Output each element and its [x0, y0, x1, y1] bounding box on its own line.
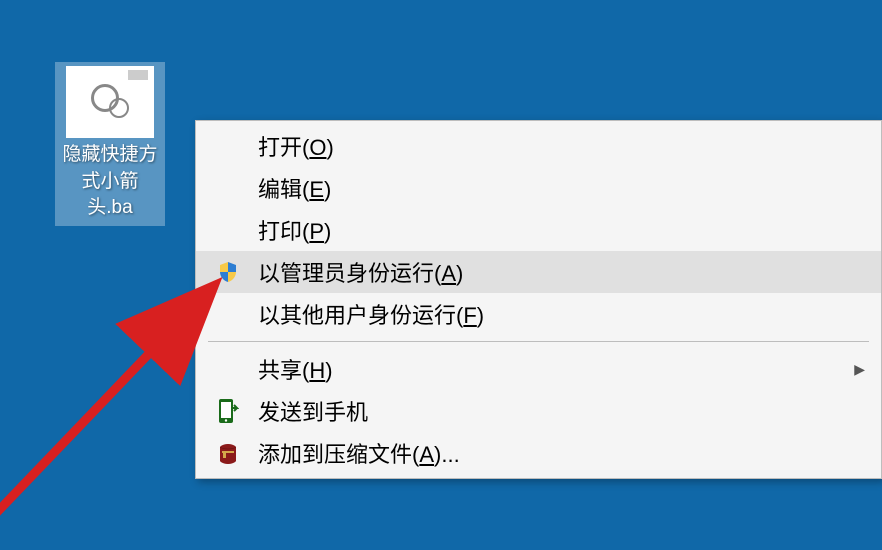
- menu-label: 共享(H): [258, 353, 854, 385]
- menu-item-open[interactable]: 打开(O): [196, 125, 881, 167]
- menu-item-add-to-archive[interactable]: 添加到压缩文件(A)...: [196, 432, 881, 474]
- menu-item-print[interactable]: 打印(P): [196, 209, 881, 251]
- desktop-file-icon[interactable]: 隐藏快捷方式小箭头.ba: [55, 62, 165, 226]
- menu-label: 以管理员身份运行(A): [258, 256, 865, 288]
- context-menu: 打开(O) 编辑(E) 打印(P) 以管理员身份运行(A) 以其他用户身份运行(…: [195, 120, 882, 479]
- chevron-right-icon: ▶: [854, 361, 865, 378]
- menu-label: 打开(O): [258, 130, 865, 162]
- menu-item-send-to-phone[interactable]: 发送到手机: [196, 390, 881, 432]
- menu-label: 以其他用户身份运行(F): [258, 298, 865, 330]
- menu-item-run-as-other-user[interactable]: 以其他用户身份运行(F): [196, 293, 881, 335]
- menu-item-run-as-admin[interactable]: 以管理员身份运行(A): [196, 251, 881, 293]
- menu-label: 发送到手机: [258, 395, 865, 427]
- menu-separator: [208, 341, 869, 342]
- menu-label: 编辑(E): [258, 172, 865, 204]
- bat-file-icon: [66, 66, 154, 138]
- menu-item-edit[interactable]: 编辑(E): [196, 167, 881, 209]
- archive-icon: [212, 439, 244, 467]
- menu-label: 打印(P): [258, 214, 865, 246]
- menu-item-share[interactable]: 共享(H) ▶: [196, 348, 881, 390]
- shield-icon: [212, 258, 244, 286]
- phone-icon: [212, 397, 244, 425]
- menu-label: 添加到压缩文件(A)...: [258, 437, 865, 469]
- file-label: 隐藏快捷方式小箭头.ba: [59, 142, 161, 222]
- gear-icon: [91, 84, 119, 112]
